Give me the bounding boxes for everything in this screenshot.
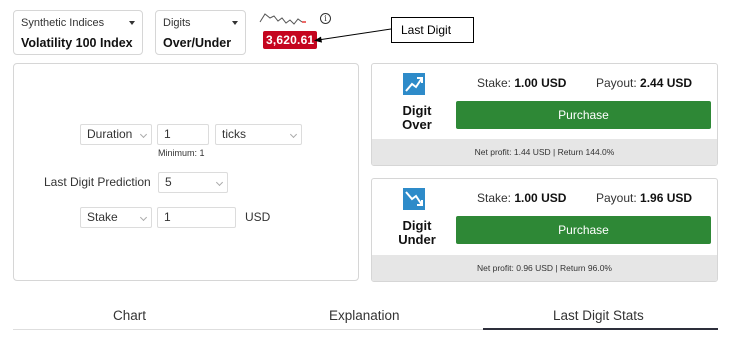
stake-summary-value: 1.00 USD [514,76,567,90]
stake-input[interactable]: 1 [157,207,236,228]
contract-card-digit-over: Digit Over Stake: 1.00 USD Payout: 2.44 … [371,63,718,166]
trade-parameters-panel: Duration 1 ticks Minimum: 1 Last Digit P… [13,63,359,281]
info-icon[interactable]: i [320,13,331,24]
contract-title-line2: Under [398,232,436,247]
market-selector-label: Synthetic Indices [21,17,105,29]
duration-minimum-hint: Minimum: 1 [158,148,205,158]
last-digit-callout: Last Digit [391,17,474,43]
stake-type-select[interactable]: Stake [80,207,152,228]
contract-title-line1: Digit [402,103,432,118]
stake-summary-value: 1.00 USD [514,191,567,205]
duration-type-value: Duration [87,127,133,141]
payout-summary-label: Payout: [596,191,637,205]
purchase-button[interactable]: Purchase [456,216,711,244]
annotation-arrow [314,28,392,43]
stake-value: 1 [164,210,171,224]
contract-title: Digit Over [392,104,442,132]
tab-chart[interactable]: Chart [113,308,146,323]
stake-summary: Stake: 1.00 USD [477,191,566,205]
contract-card-digit-under: Digit Under Stake: 1.00 USD Payout: 1.96… [371,178,718,282]
contract-footer: Net profit: 1.44 USD | Return 144.0% [372,139,717,165]
payout-summary: Payout: 1.96 USD [596,191,692,205]
tab-active-indicator [483,328,718,330]
trade-type-selector-value: Over/Under [163,36,232,50]
duration-unit-value: ticks [222,127,246,141]
chevron-down-icon [232,21,238,25]
duration-type-select[interactable]: Duration [80,124,152,145]
prediction-label: Last Digit Prediction [44,175,151,189]
stake-currency: USD [245,210,271,224]
market-selector-value: Volatility 100 Index [21,36,133,50]
chevron-down-icon [289,130,298,139]
contract-footer: Net profit: 0.96 USD | Return 96.0% [372,255,717,281]
prediction-value: 5 [165,175,172,189]
stake-summary-label: Stake: [477,76,512,90]
duration-input[interactable]: 1 [157,124,209,145]
payout-summary-label: Payout: [596,76,637,90]
tab-last-digit-stats[interactable]: Last Digit Stats [553,308,644,323]
payout-summary-value: 1.96 USD [640,191,693,205]
contract-title-line2: Over [402,117,432,132]
digit-over-icon [403,73,425,95]
chevron-down-icon [139,213,148,222]
market-selector[interactable]: Synthetic Indices Volatility 100 Index [13,10,143,55]
purchase-button[interactable]: Purchase [456,101,711,129]
prediction-select[interactable]: 5 [158,172,228,193]
stake-summary: Stake: 1.00 USD [477,76,566,90]
tab-divider [13,329,483,330]
stake-type-value: Stake [87,210,118,224]
duration-unit-select[interactable]: ticks [215,124,302,145]
payout-summary-value: 2.44 USD [640,76,693,90]
trade-type-selector-label: Digits [163,17,191,29]
price-sparkline [259,13,306,25]
chevron-down-icon [215,178,224,187]
digit-under-icon [403,188,425,210]
contract-title-line1: Digit [402,218,432,233]
trade-type-selector[interactable]: Digits Over/Under [155,10,246,55]
tab-explanation[interactable]: Explanation [329,308,400,323]
duration-value: 1 [164,127,171,141]
contract-title: Digit Under [392,219,442,247]
payout-summary: Payout: 2.44 USD [596,76,692,90]
chevron-down-icon [129,21,135,25]
stake-summary-label: Stake: [477,191,512,205]
chevron-down-icon [139,130,148,139]
